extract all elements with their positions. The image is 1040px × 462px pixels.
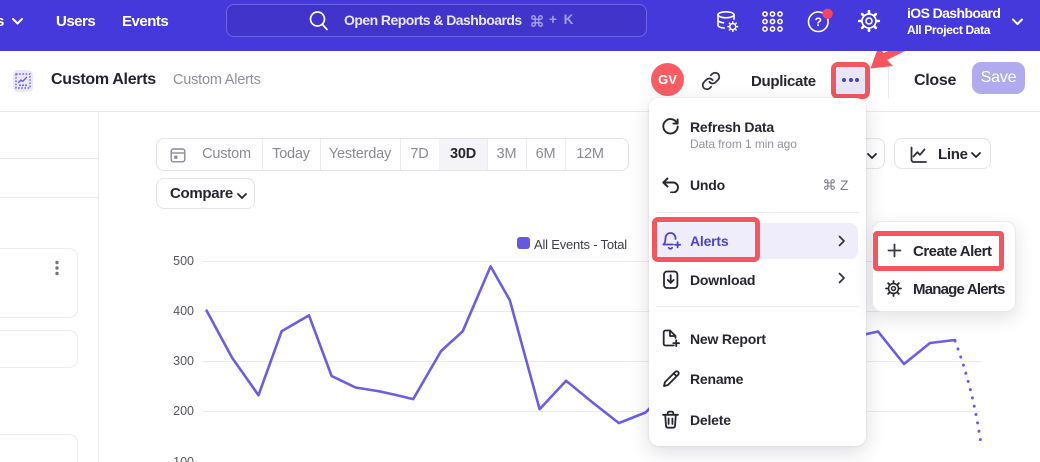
svg-text:?: ? — [815, 15, 822, 29]
